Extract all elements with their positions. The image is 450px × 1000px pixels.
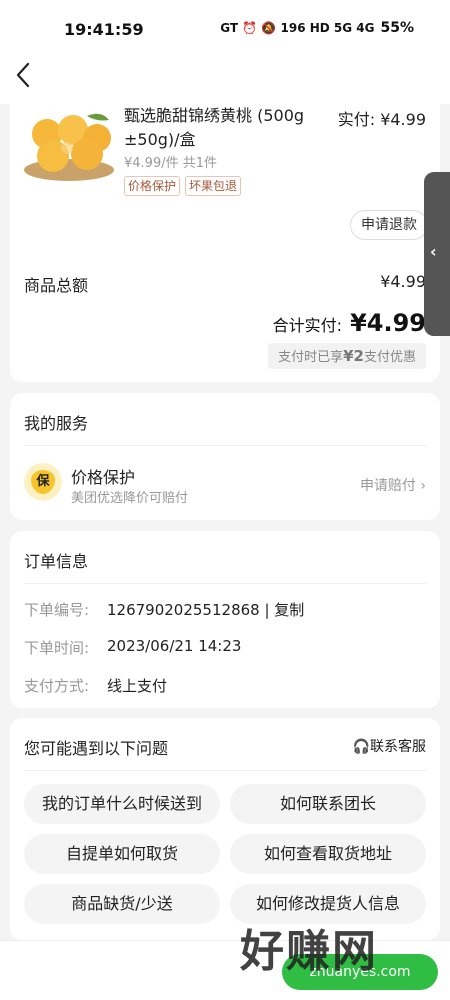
faq-button[interactable]: 如何查看取货地址: [230, 834, 426, 874]
discount-prefix: 支付时已享: [278, 350, 344, 365]
status-indicators: GT ⏰ 🔕 196 HD 5G 4G: [220, 21, 375, 35]
paid-label: 实付:: [337, 110, 376, 129]
contact-label: 联系客服: [370, 739, 426, 755]
order-number-value[interactable]: 1267902025512868 | 复制: [107, 599, 304, 620]
faq-button[interactable]: 如何联系团长: [230, 784, 426, 824]
discount-suffix: 支付优惠: [363, 350, 416, 365]
price-protect-shield-icon: 保: [24, 463, 62, 501]
order-time-value: 2023/06/21 14:23: [107, 637, 242, 655]
divider: [24, 770, 426, 771]
goods-total-value: ¥4.99: [380, 272, 426, 291]
faq-button[interactable]: 我的订单什么时候送到: [24, 784, 220, 824]
paid-value: ¥4.99: [380, 110, 426, 129]
service-title: 我的服务: [24, 414, 89, 433]
order-time-label: 下单时间:: [24, 639, 90, 657]
issues-card: 您可能遇到以下问题 🎧联系客服 我的订单什么时候送到 如何联系团长 自提单如何取…: [10, 718, 440, 940]
pay-method-value: 线上支付: [107, 677, 168, 695]
side-drawer-tab[interactable]: ‹: [424, 172, 450, 336]
contact-service-link[interactable]: 🎧联系客服: [353, 736, 426, 756]
sum-paid-row: 合计实付: ¥4.99: [273, 309, 426, 337]
order-title: 订单信息: [24, 552, 89, 571]
faq-button[interactable]: 商品缺货/少送: [24, 884, 220, 924]
tag-bad-fruit-refund: 坏果包退: [185, 176, 242, 196]
sum-paid-value: ¥4.99: [350, 309, 426, 337]
service-desc: 美团优选降价可赔付: [71, 491, 189, 506]
chevron-right-icon: ›: [420, 478, 426, 494]
back-arrow-icon[interactable]: [12, 60, 36, 90]
divider: [24, 583, 426, 584]
product-name[interactable]: 甄选脆甜锦绣黄桃 (500g ±50g)/盒: [124, 104, 324, 152]
claim-link[interactable]: 申请赔付 ›: [360, 475, 426, 495]
service-card: 我的服务 保 价格保护 美团优选降价可赔付 申请赔付 ›: [10, 393, 440, 520]
discount-amount: ¥2: [343, 347, 364, 365]
goods-total-label: 商品总额: [24, 276, 89, 295]
unit-price: ¥4.99/件: [124, 156, 179, 171]
claim-label: 申请赔付: [359, 478, 416, 494]
payment-discount-note: 支付时已享¥2支付优惠: [268, 343, 426, 369]
product-card: 甄选脆甜锦绣黄桃 (500g ±50g)/盒 实付: ¥4.99 ¥4.99/件…: [10, 104, 440, 382]
service-name: 价格保护: [71, 468, 136, 487]
status-icons: GT ⏰ 🔕 196 HD 5G 4G 55%: [220, 20, 414, 36]
site-watermark: 好赚网: [240, 926, 378, 977]
nav-bar: [0, 58, 450, 104]
headset-icon: 🎧: [352, 739, 370, 755]
peach-thumbnail-image: [24, 113, 114, 181]
order-number-label: 下单编号:: [24, 601, 90, 619]
status-bar: 19:41:59 GT ⏰ 🔕 196 HD 5G 4G 55%: [0, 0, 450, 58]
refund-button[interactable]: 申请退款: [350, 210, 428, 240]
sum-paid-label: 合计实付:: [272, 316, 343, 335]
status-time: 19:41:59: [64, 20, 144, 39]
tag-price-protect: 价格保护: [124, 176, 181, 196]
chevron-left-icon: ‹: [430, 242, 437, 261]
issues-title: 您可能遇到以下问题: [24, 739, 169, 758]
battery-level: 55%: [380, 20, 414, 36]
faq-button[interactable]: 自提单如何取货: [24, 834, 220, 874]
unit-price-line: ¥4.99/件 共1件: [124, 152, 217, 171]
shield-badge: 保: [31, 470, 55, 494]
divider: [24, 445, 426, 446]
quantity: 共1件: [182, 156, 218, 171]
product-paid: 实付: ¥4.99: [338, 106, 426, 130]
pay-method-label: 支付方式:: [24, 677, 90, 695]
order-info-card: 订单信息 下单编号: 1267902025512868 | 复制 下单时间: 2…: [10, 531, 440, 708]
